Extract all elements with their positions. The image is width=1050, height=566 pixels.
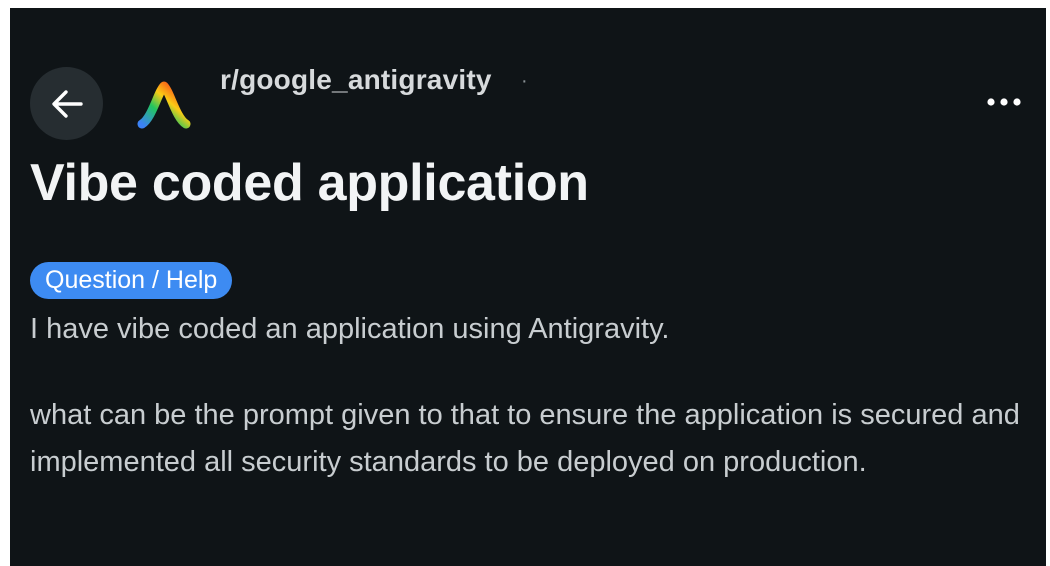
header-separator: · [521, 70, 528, 92]
more-options-button[interactable] [984, 88, 1024, 116]
post-body-paragraph-2: what can be the prompt given to that to … [30, 399, 1020, 478]
post-flair-badge[interactable]: Question / Help [30, 262, 233, 299]
more-horizontal-icon [987, 98, 1021, 106]
post-container: r/google_antigravity · Vibe coded applic… [10, 8, 1046, 566]
community-avatar[interactable] [128, 68, 200, 140]
post-body-paragraph-1: I have vibe coded an application using A… [30, 313, 670, 345]
arrow-left-icon [51, 89, 83, 118]
antigravity-logo-icon [137, 81, 191, 129]
back-button[interactable] [30, 67, 103, 140]
community-name-link[interactable]: r/google_antigravity [220, 64, 492, 96]
post-title: Vibe coded application [30, 154, 589, 212]
